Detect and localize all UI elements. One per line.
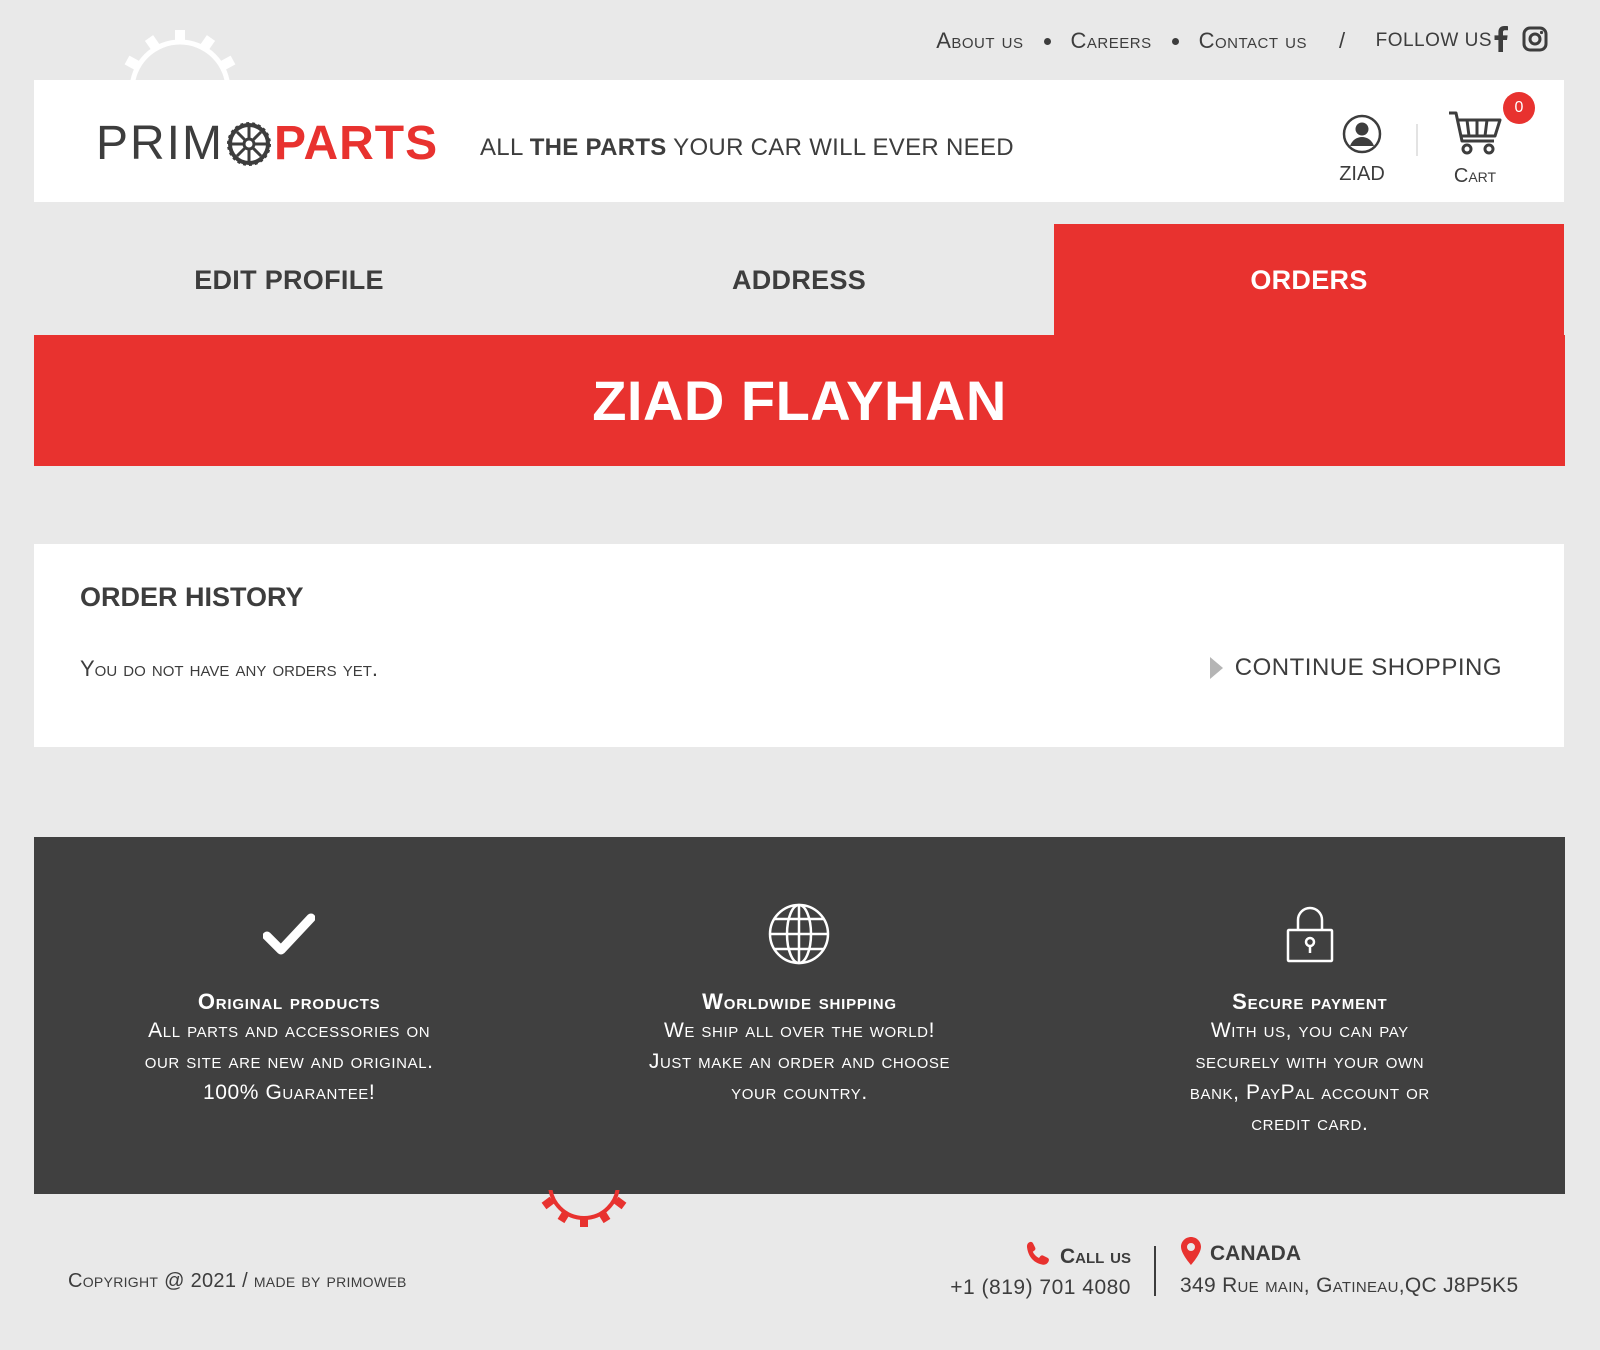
wheel-icon (226, 121, 272, 167)
feature-line: We ship all over the world! (663, 1019, 936, 1042)
cart-icon (1447, 111, 1503, 160)
tagline-part: YOUR CAR WILL EVER NEED (666, 134, 1014, 161)
top-navigation: About us Careers Contact us / follow us (936, 28, 1492, 54)
header-divider (1416, 124, 1418, 156)
features-section: Original products All parts and accessor… (34, 837, 1565, 1194)
feature-line: bank, PayPal account or (1189, 1081, 1430, 1104)
feature-line: credit card. (1251, 1112, 1369, 1135)
account-label: ZIAD (1339, 163, 1385, 185)
play-arrow-icon (1209, 657, 1223, 679)
facebook-icon[interactable] (1494, 26, 1508, 52)
nav-slash: / (1338, 28, 1346, 53)
feature-worldwide-shipping: Worldwide shipping We ship all over the … (544, 837, 1054, 1194)
profile-tabs: EDIT PROFILE ADDRESS ORDERS (34, 224, 1564, 336)
user-name-banner: ZIAD FLAYHAN (34, 335, 1565, 466)
feature-title: Original products (197, 989, 381, 1014)
user-full-name: ZIAD FLAYHAN (592, 369, 1007, 432)
contact-us-link[interactable]: Contact us (1199, 28, 1307, 54)
tab-orders[interactable]: ORDERS (1054, 224, 1564, 336)
cart-button[interactable]: Cart (1440, 110, 1510, 188)
location-pin-icon (1180, 1236, 1202, 1272)
continue-shopping-link[interactable]: CONTINUE SHOPPING (1209, 654, 1502, 682)
tagline: ALL THE PARTS YOUR CAR WILL EVER NEED (480, 134, 1014, 162)
address-text: 349 Rue main, Gatineau,QC J8P5K5 (1180, 1274, 1519, 1297)
gear-decoration (536, 1190, 636, 1230)
feature-title: Secure payment (1232, 989, 1388, 1014)
cart-count-badge: 0 (1503, 92, 1535, 124)
globe-icon (544, 899, 1054, 969)
order-history-panel: ORDER HISTORY You do not have any orders… (34, 544, 1564, 747)
feature-line: securely with your own (1195, 1050, 1425, 1073)
about-us-link[interactable]: About us (936, 28, 1023, 54)
empty-orders-message: You do not have any orders yet. (80, 656, 379, 681)
phone-number: +1 (819) 701 4080 (950, 1276, 1131, 1299)
order-history-title: ORDER HISTORY (80, 582, 304, 612)
continue-shopping-label: CONTINUE SHOPPING (1234, 654, 1502, 681)
primoparts-logo[interactable]: PRIM PARTS (96, 116, 438, 171)
feature-original-products: Original products All parts and accessor… (34, 837, 544, 1194)
social-links (1494, 26, 1548, 52)
feature-secure-payment: Secure payment With us, you can pay secu… (1055, 837, 1565, 1194)
location-block: CANADA 349 Rue main, Gatineau,QC J8P5K5 (1180, 1236, 1518, 1298)
feature-line: With us, you can pay (1210, 1019, 1409, 1042)
feature-line: Just make an order and choose (648, 1050, 951, 1073)
account-button[interactable]: ZIAD (1330, 114, 1394, 186)
follow-us-label: follow us (1375, 30, 1492, 51)
logo-text-prim: PRIM (96, 117, 224, 170)
user-icon (1342, 114, 1382, 158)
feature-line: All parts and accessories on (148, 1019, 431, 1042)
copyright-text: Copyright @ 2021 / made by primoweb (68, 1270, 407, 1292)
nav-dot-separator (1171, 37, 1179, 45)
instagram-icon[interactable] (1522, 26, 1548, 52)
feature-title: Worldwide shipping (702, 989, 897, 1014)
careers-link[interactable]: Careers (1071, 28, 1152, 54)
check-icon (34, 899, 544, 969)
tagline-part: ALL (480, 134, 530, 161)
tagline-bold: THE PARTS (529, 134, 667, 161)
gear-decoration (100, 20, 260, 80)
location-label: CANADA (1210, 1242, 1301, 1265)
tab-address[interactable]: ADDRESS (544, 224, 1054, 336)
cart-label: Cart (1453, 165, 1497, 187)
nav-dot-separator (1043, 37, 1051, 45)
feature-line: our site are new and original. (144, 1050, 434, 1073)
site-header: PRIM PARTS ALL THE PARTS YOUR CAR WILL E… (34, 80, 1564, 202)
tab-edit-profile[interactable]: EDIT PROFILE (34, 224, 544, 336)
lock-icon (1055, 899, 1565, 969)
call-us-label: Call us (1060, 1245, 1131, 1268)
feature-line: your country. (731, 1081, 868, 1104)
call-us-block[interactable]: Call us +1 (819) 701 4080 (950, 1240, 1131, 1300)
footer-divider (1154, 1246, 1156, 1296)
feature-line: 100% Guarantee! (202, 1081, 376, 1104)
logo-text-parts: PARTS (274, 117, 439, 170)
phone-icon (1024, 1240, 1052, 1274)
